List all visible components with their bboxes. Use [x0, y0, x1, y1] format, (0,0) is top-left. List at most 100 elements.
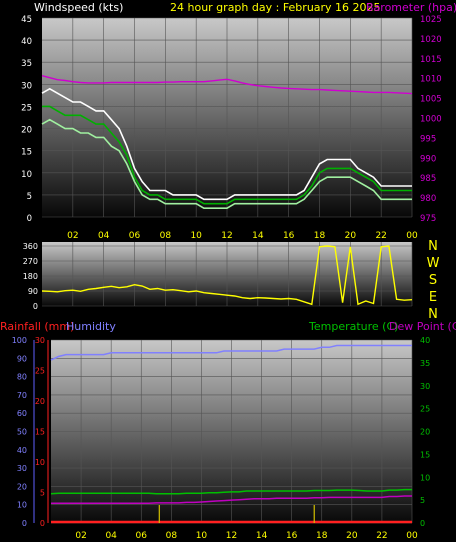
- temp-time-tick-label: 20: [346, 531, 358, 541]
- wind-panel: 051015202530354045 975980985990995100010…: [21, 15, 441, 241]
- wind-left-tick-label: 0: [27, 214, 32, 224]
- wind-left-ticks: 0 5 10 15 20 25 30 35 40 45: [21, 15, 32, 224]
- humidity-tick-label: 40: [17, 446, 27, 455]
- barometer-tick-label: 975: [420, 214, 436, 224]
- direction-tick-label: 0: [33, 302, 38, 311]
- temperature-tick-label: 15: [420, 450, 430, 459]
- barometer-tick-label: 980: [420, 194, 436, 204]
- temperature-tick-label: 30: [420, 382, 430, 391]
- wind-time-tick-label: 16: [283, 231, 295, 241]
- temperature-ticks: 0 5 10 15 20 25 30 35 40: [420, 336, 430, 528]
- direction-panel: 090180270360 NWSEN: [23, 239, 440, 322]
- wind-left-tick-label: 35: [21, 59, 32, 69]
- temp-time-tick-label: 02: [75, 531, 86, 541]
- barometer-tick-label: 990: [420, 154, 436, 164]
- temp-time-tick-label: 14: [256, 531, 268, 541]
- humidity-tick-label: 70: [17, 391, 27, 400]
- humidity-tick-label: 30: [17, 464, 27, 473]
- temperature-tick-label: 5: [420, 496, 425, 505]
- rain-tick-label: 5: [40, 489, 45, 498]
- compass-label: W: [427, 256, 440, 271]
- direction-tick-label: 90: [28, 287, 38, 296]
- humidity-tick-label: 100: [12, 336, 27, 345]
- rain-tick-label: 10: [35, 458, 45, 467]
- barometer-axis-title: Barometer (hpa): [366, 1, 456, 14]
- compass-labels: NWSEN: [427, 239, 440, 322]
- humidity-tick-label: 60: [17, 409, 27, 418]
- temp-time-tick-label: 18: [316, 531, 328, 541]
- temperature-axis-title: Temperature (C): [308, 320, 398, 333]
- temperature-tick-label: 40: [420, 336, 430, 345]
- wind-time-tick-label: 20: [345, 231, 357, 241]
- humidity-axis-title: Humidity: [66, 320, 116, 333]
- wind-time-tick-label: 00: [406, 231, 418, 241]
- temperature-tick-label: 20: [420, 428, 430, 437]
- wind-left-tick-label: 30: [21, 81, 32, 91]
- temp-humidity-panel: 0 10 20 30 40 50 60 70 80 90 100 0 5 10 15 20 25 30 0 5 10…: [12, 336, 430, 541]
- barometer-tick-label: 1025: [420, 15, 442, 25]
- temp-time-tick-label: 04: [105, 531, 117, 541]
- temp-time-tick-label: 10: [196, 531, 208, 541]
- humidity-tick-label: 90: [17, 354, 27, 363]
- temp-time-tick-label: 08: [166, 531, 178, 541]
- wind-time-tick-label: 08: [160, 231, 172, 241]
- rain-tick-label: 30: [35, 336, 45, 345]
- wind-x-ticks: 02 04 06 08 10 12 14 16 18 20 22 00: [67, 231, 418, 241]
- weather-graph: Windspeed (kts) 24 hour graph day : Febr…: [0, 1, 456, 541]
- wind-time-tick-label: 02: [67, 231, 78, 241]
- windspeed-axis-title: Windspeed (kts): [34, 1, 123, 14]
- rain-tick-label: 0: [40, 519, 45, 528]
- compass-label: N: [428, 239, 438, 254]
- rain-tick-label: 25: [35, 367, 45, 376]
- direction-tick-label: 270: [23, 257, 38, 266]
- wind-left-tick-label: 25: [21, 103, 32, 113]
- barometer-tick-label: 1000: [420, 115, 442, 125]
- temp-time-tick-label: 16: [286, 531, 298, 541]
- temp-time-tick-label: 06: [136, 531, 148, 541]
- barometer-tick-label: 995: [420, 134, 436, 144]
- wind-time-tick-label: 06: [129, 231, 141, 241]
- temperature-tick-label: 0: [420, 519, 425, 528]
- barometer-tick-label: 1010: [420, 75, 442, 85]
- compass-label: E: [429, 290, 437, 305]
- wind-left-tick-label: 20: [21, 126, 32, 136]
- humidity-tick-label: 0: [22, 519, 27, 528]
- barometer-tick-label: 1005: [420, 95, 442, 105]
- compass-label: S: [429, 273, 437, 288]
- wind-time-tick-label: 04: [98, 231, 110, 241]
- temp-time-tick-label: 00: [406, 531, 418, 541]
- rain-tick-label: 15: [35, 428, 45, 437]
- wind-right-ticks: 975 980 985 990 995 1000 1005 1010 1015 1020 1025: [420, 15, 442, 224]
- wind-left-tick-label: 40: [21, 37, 32, 47]
- temp-x-ticks: 02 04 06 08 10 12 14 16 18 20 22 00: [75, 531, 418, 541]
- wind-left-tick-label: 15: [21, 148, 32, 158]
- temp-time-tick-label: 12: [226, 531, 237, 541]
- temp-time-tick-label: 22: [376, 531, 387, 541]
- rainfall-axis-title: Rainfall (mm): [0, 320, 74, 333]
- barometer-tick-label: 1020: [420, 35, 442, 45]
- temperature-tick-label: 35: [420, 359, 430, 368]
- wind-time-tick-label: 10: [190, 231, 202, 241]
- wind-time-tick-label: 14: [252, 231, 264, 241]
- graph-title: 24 hour graph day : February 16 2025: [170, 1, 381, 14]
- wind-time-tick-label: 12: [221, 231, 232, 241]
- direction-ticks: 0 90 180 270 360: [23, 242, 38, 311]
- humidity-tick-label: 20: [17, 482, 27, 491]
- humidity-tick-label: 50: [17, 428, 27, 437]
- temperature-tick-label: 25: [420, 405, 430, 414]
- dewpoint-axis-title: Dew Point (C): [389, 320, 456, 333]
- humidity-tick-label: 80: [17, 373, 27, 382]
- direction-tick-label: 360: [23, 242, 38, 251]
- humidity-tick-label: 10: [17, 501, 27, 510]
- wind-time-tick-label: 18: [314, 231, 326, 241]
- wind-left-tick-label: 45: [21, 15, 32, 25]
- wind-left-tick-label: 10: [21, 170, 32, 180]
- rain-tick-label: 20: [35, 397, 45, 406]
- rain-ticks: 0 5 10 15 20 25 30: [35, 336, 45, 528]
- direction-tick-label: 180: [23, 272, 38, 281]
- humidity-ticks: 0 10 20 30 40 50 60 70 80 90 100: [12, 336, 27, 528]
- wind-left-tick-label: 5: [27, 192, 32, 202]
- barometer-tick-label: 985: [420, 174, 436, 184]
- barometer-tick-label: 1015: [420, 55, 442, 65]
- wind-time-tick-label: 22: [375, 231, 386, 241]
